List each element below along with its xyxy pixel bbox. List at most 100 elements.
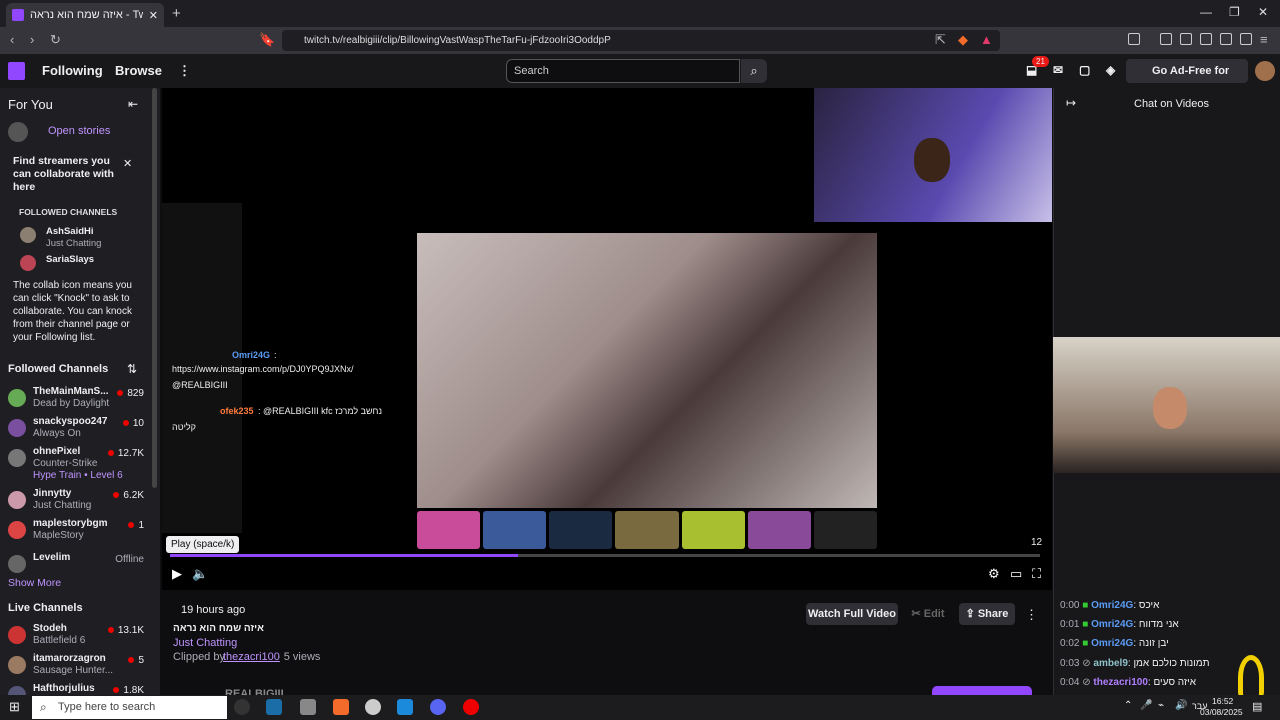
chat-username[interactable]: ambel9 xyxy=(1093,658,1127,669)
collapse-sidebar-icon[interactable]: ⇤ xyxy=(128,97,138,111)
chat-username[interactable]: thezacri100 xyxy=(1093,677,1147,688)
maximize-icon[interactable]: ❐ xyxy=(1229,5,1240,19)
follow-button-partial[interactable] xyxy=(932,686,1032,695)
chat-timestamp[interactable]: 0:04 xyxy=(1060,677,1079,688)
show-more-link[interactable]: Show More xyxy=(8,577,61,589)
steam-icon[interactable] xyxy=(266,699,282,715)
open-stories-link[interactable]: Open stories xyxy=(48,125,110,137)
tray-clock-date[interactable]: 03/08/2025 xyxy=(1200,707,1243,717)
opera-icon[interactable] xyxy=(463,699,479,715)
collab-avatar[interactable] xyxy=(20,255,36,271)
chat-timestamp[interactable]: 0:01 xyxy=(1060,619,1079,630)
tray-mic-icon[interactable]: 🎤 xyxy=(1140,700,1152,711)
seek-bar[interactable] xyxy=(170,554,1040,557)
badge-icon: ⊘ xyxy=(1082,677,1091,688)
chat-timestamp[interactable]: 0:00 xyxy=(1060,600,1079,611)
leo-icon[interactable] xyxy=(1220,33,1232,45)
user-avatar[interactable] xyxy=(1255,61,1275,81)
minimize-icon[interactable]: — xyxy=(1200,5,1212,19)
collapse-chat-icon[interactable]: ↦ xyxy=(1066,96,1076,110)
taskbar-search[interactable]: Type here to search xyxy=(32,696,227,719)
chat-username[interactable]: Omri24G xyxy=(1091,600,1133,611)
live-channel-row[interactable]: Stodeh Battlefield 6 13.1K xyxy=(8,623,144,651)
brave-rewards-icon[interactable]: ▲ xyxy=(980,32,993,47)
share-button[interactable]: ⇪ Share xyxy=(959,603,1015,625)
discord-icon[interactable] xyxy=(430,699,446,715)
forward-icon[interactable]: › xyxy=(30,32,34,47)
chat-username[interactable]: Omri24G xyxy=(1091,638,1133,649)
sidebar-toggle-icon[interactable] xyxy=(1128,33,1140,45)
search-input[interactable]: Search xyxy=(506,59,740,83)
followed-channel-row[interactable]: TheMainManS... Dead by Daylight 829 xyxy=(8,386,144,414)
chat-timestamp[interactable]: 0:02 xyxy=(1060,638,1079,649)
channel-avatar xyxy=(8,656,26,674)
close-collab-icon[interactable]: ✕ xyxy=(123,157,132,170)
participant-thumb xyxy=(483,511,547,549)
live-channel-row[interactable]: itamarorzagron Sausage Hunter... 5 xyxy=(8,653,144,681)
followed-channel-row[interactable]: Levelim Offline xyxy=(8,552,144,580)
followed-channels-caps: FOLLOWED CHANNELS xyxy=(19,207,118,217)
close-tab-icon[interactable]: ✕ xyxy=(149,9,158,22)
chat-username[interactable]: Omri24G xyxy=(1091,619,1133,630)
theatre-mode-icon[interactable]: ▭ xyxy=(1010,566,1022,582)
more-options-icon[interactable]: ⋮ xyxy=(1025,607,1038,623)
taskbar-app-icon[interactable] xyxy=(397,699,413,715)
go-ad-free-button[interactable]: Go Ad-Free for Free xyxy=(1126,59,1248,101)
nav-browse[interactable]: Browse xyxy=(115,63,162,78)
followed-channel-row[interactable]: maplestorybgm MapleStory 1 xyxy=(8,518,144,546)
clip-views: · 5 views xyxy=(277,651,321,663)
twitch-logo-icon[interactable] xyxy=(8,62,25,80)
taskbar-app-icon[interactable] xyxy=(365,699,381,715)
followed-channel-row[interactable]: Jinnytty Just Chatting 6.2K xyxy=(8,488,144,516)
followed-channel-row[interactable]: ohnePixel Counter-Strike Hype Train • Le… xyxy=(8,446,144,484)
notification-center-icon[interactable]: ▤ xyxy=(1252,700,1262,713)
watch-full-video-button[interactable]: Watch Full Video xyxy=(806,603,898,625)
chat-timestamp[interactable]: 0:03 xyxy=(1060,658,1079,669)
share-page-icon[interactable]: ⇱ xyxy=(935,32,946,48)
live-channel-row[interactable]: Hafthorjulius 1.8K xyxy=(8,683,144,695)
stories-avatar[interactable] xyxy=(8,122,28,142)
clipper-link[interactable]: thezacri100 xyxy=(223,651,280,663)
clip-category-link[interactable]: Just Chatting xyxy=(173,637,237,649)
video-player[interactable]: Omri24G : https://www.instagram.com/p/DJ… xyxy=(162,88,1052,590)
url-field[interactable]: twitch.tv/realbigiii/clip/BillowingVastW… xyxy=(282,30,1000,51)
tray-clock-time[interactable]: 16:52 xyxy=(1212,696,1233,706)
bookmark-icon[interactable]: 🔖 xyxy=(259,32,275,48)
search-button[interactable]: ⌕ xyxy=(741,59,767,83)
reload-icon[interactable]: ↻ xyxy=(50,32,61,48)
collab-avatar[interactable] xyxy=(20,227,36,243)
wallet-icon[interactable] xyxy=(1200,33,1212,45)
prime-crown-icon[interactable]: ◈ xyxy=(1106,63,1115,77)
new-tab-button[interactable]: + xyxy=(172,5,181,22)
collab-channel-name[interactable]: AshSaidHi xyxy=(46,226,94,237)
vpn-icon[interactable] xyxy=(1240,33,1252,45)
channel-name: maplestorybgm xyxy=(33,518,108,529)
brave-taskbar-icon[interactable] xyxy=(333,699,349,715)
tray-network-icon[interactable]: ⌁ xyxy=(1158,700,1164,711)
whispers-icon[interactable]: ✉ xyxy=(1053,63,1063,77)
windows-start-icon[interactable]: ⊞ xyxy=(9,699,20,715)
notifications-icon[interactable]: ▢ xyxy=(1079,63,1090,77)
nav-following[interactable]: Following xyxy=(42,63,103,78)
volume-icon[interactable]: 🔈 xyxy=(192,566,208,582)
media-icon[interactable] xyxy=(1160,33,1172,45)
close-window-icon[interactable]: ✕ xyxy=(1258,5,1268,19)
reader-icon[interactable] xyxy=(1180,33,1192,45)
play-button[interactable]: ▶ xyxy=(172,566,182,582)
settings-gear-icon[interactable]: ⚙ xyxy=(988,566,1000,582)
followed-channel-row[interactable]: snackyspoo247 Always On 10 xyxy=(8,416,144,444)
edit-button[interactable]: ✂ Edit xyxy=(903,603,953,625)
menu-icon[interactable]: ≡ xyxy=(1260,32,1268,47)
tray-chevron-icon[interactable]: ⌃ xyxy=(1124,700,1132,711)
browser-tab[interactable]: איזה שמח הוא נראה - Twitch ✕ xyxy=(6,3,164,27)
tray-volume-icon[interactable]: 🔊 xyxy=(1175,700,1187,711)
nav-more-button[interactable]: ⋮ xyxy=(178,63,191,79)
collab-channel-name[interactable]: SariaSlays xyxy=(46,254,94,265)
sidebar-scrollbar[interactable] xyxy=(152,88,157,488)
back-icon[interactable]: ‹ xyxy=(10,32,14,47)
brave-shield-icon[interactable]: ◆ xyxy=(958,32,968,48)
sort-icon[interactable]: ⇅ xyxy=(127,362,137,376)
taskbar-app-icon[interactable] xyxy=(300,699,316,715)
taskbar-app-icon[interactable] xyxy=(234,699,250,715)
fullscreen-icon[interactable]: ⛶ xyxy=(1032,566,1041,582)
